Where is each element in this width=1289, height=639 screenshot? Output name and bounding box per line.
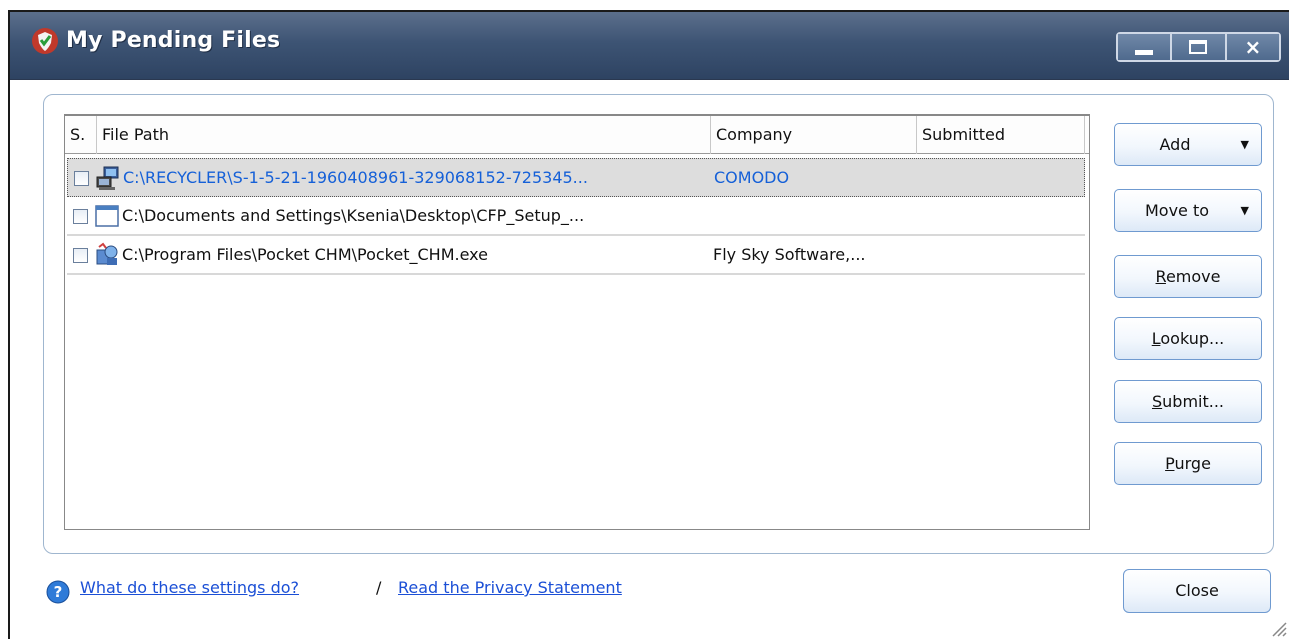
remove-label: emove — [1165, 267, 1221, 286]
window-icon — [95, 205, 119, 227]
minimize-icon — [1135, 50, 1154, 55]
column-header-submitted[interactable]: Submitted — [917, 116, 1085, 154]
submit-button[interactable]: Submit... — [1114, 380, 1262, 423]
close-window-button[interactable]: × — [1226, 34, 1279, 60]
comodo-shield-icon — [32, 28, 58, 54]
content-panel: S. File Path Company Submitted C:\RECYCL… — [43, 94, 1274, 554]
move-to-button-label: Move to — [1144, 201, 1210, 220]
svg-text:?: ? — [54, 583, 63, 601]
row-checkbox[interactable] — [74, 171, 89, 186]
purge-button[interactable]: Purge — [1114, 442, 1262, 485]
column-header-company[interactable]: Company — [711, 116, 917, 154]
list-row[interactable]: C:\Program Files\Pocket CHM\Pocket_CHM.e… — [67, 236, 1085, 275]
window-title: My Pending Files — [66, 28, 281, 53]
dropdown-arrow-icon: ▼ — [1240, 138, 1249, 151]
remove-button[interactable]: Remove — [1114, 255, 1262, 298]
lookup-label: ookup... — [1160, 329, 1225, 348]
list-row[interactable]: C:\RECYCLER\S-1-5-21-1960408961-32906815… — [67, 158, 1085, 197]
privacy-link[interactable]: Read the Privacy Statement — [398, 578, 622, 597]
link-separator: / — [376, 578, 382, 597]
row-checkbox[interactable] — [73, 209, 88, 224]
maximize-button[interactable] — [1172, 34, 1227, 60]
purge-label: urge — [1174, 454, 1211, 473]
submit-accelerator: S — [1151, 392, 1163, 411]
submit-label: ubmit... — [1162, 392, 1224, 411]
help-icon[interactable]: ? — [46, 580, 70, 604]
computer-icon — [96, 166, 119, 190]
window-controls: × — [1116, 32, 1281, 62]
row-file-path: C:\RECYCLER\S-1-5-21-1960408961-32906815… — [123, 168, 588, 187]
column-header-file-path[interactable]: File Path — [97, 116, 711, 154]
remove-accelerator: R — [1155, 267, 1166, 286]
setup-icon — [96, 242, 118, 265]
add-button[interactable]: Add ▼ — [1114, 123, 1262, 166]
minimize-button[interactable] — [1118, 34, 1173, 60]
title-bar[interactable]: My Pending Files × — [10, 12, 1289, 80]
pending-files-list[interactable]: S. File Path Company Submitted C:\RECYCL… — [64, 114, 1090, 530]
resize-grip-icon[interactable] — [1269, 619, 1287, 637]
lookup-button[interactable]: Lookup... — [1114, 317, 1262, 360]
column-header-status[interactable]: S. — [65, 116, 97, 154]
move-to-button[interactable]: Move to ▼ — [1114, 189, 1262, 232]
pending-files-window: My Pending Files × S. File Path Company … — [8, 10, 1289, 639]
row-file-path: C:\Program Files\Pocket CHM\Pocket_CHM.e… — [122, 245, 488, 264]
close-button[interactable]: Close — [1123, 569, 1271, 613]
list-header: S. File Path Company Submitted — [65, 116, 1089, 154]
help-link[interactable]: What do these settings do? — [80, 578, 299, 597]
maximize-icon — [1189, 40, 1208, 54]
row-file-path: C:\Documents and Settings\Ksenia\Desktop… — [122, 206, 585, 225]
close-icon: × — [1244, 35, 1262, 59]
list-row[interactable]: C:\Documents and Settings\Ksenia\Desktop… — [67, 197, 1085, 236]
row-company: Fly Sky Software,... — [713, 245, 866, 264]
row-checkbox[interactable] — [73, 248, 88, 263]
dropdown-arrow-icon: ▼ — [1240, 204, 1249, 217]
add-button-label: Add — [1159, 135, 1191, 154]
row-company: COMODO — [714, 168, 790, 187]
